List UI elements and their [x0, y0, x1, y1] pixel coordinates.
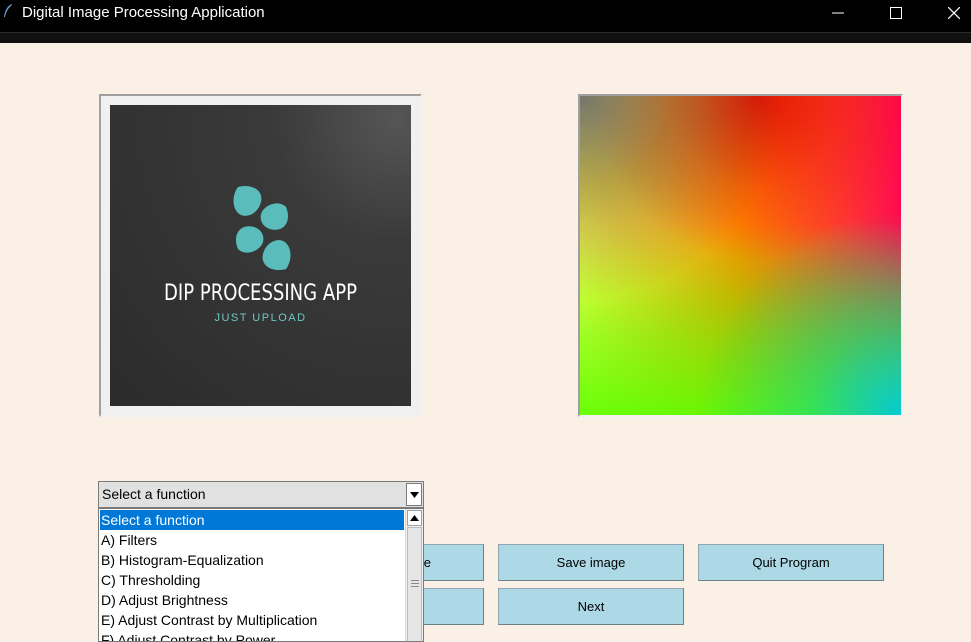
minimize-button[interactable] — [815, 0, 861, 26]
quit-program-label: Quit Program — [752, 555, 830, 570]
function-dropdown-list[interactable]: Select a function A) Filters B) Histogra… — [98, 508, 424, 642]
scrollbar[interactable] — [405, 509, 423, 641]
maximize-icon — [890, 7, 902, 19]
scroll-thumb[interactable] — [407, 527, 422, 641]
menu-strip — [0, 32, 971, 43]
swirl-logo-icon — [233, 185, 291, 271]
window-title: Digital Image Processing Application — [22, 4, 265, 21]
list-item[interactable]: A) Filters — [100, 530, 404, 550]
next-label: Next — [577, 599, 605, 614]
close-button[interactable] — [931, 0, 971, 26]
maximize-button[interactable] — [873, 0, 919, 26]
feather-icon — [4, 4, 12, 17]
upload-image-label: e — [423, 555, 431, 570]
grip-icon — [411, 580, 419, 587]
save-image-button[interactable]: Save image — [498, 544, 684, 581]
chevron-up-icon — [410, 515, 419, 521]
minimize-icon — [832, 12, 844, 14]
quit-program-button[interactable]: Quit Program — [698, 544, 884, 581]
list-item[interactable]: B) Histogram-Equalization — [100, 550, 404, 570]
chevron-down-icon — [409, 491, 419, 498]
function-select[interactable]: Select a function — [98, 481, 424, 508]
list-item[interactable]: C) Thresholding — [100, 570, 404, 590]
logo-subtitle: JUST UPLOAD — [214, 312, 307, 324]
function-select-value: Select a function — [102, 486, 206, 502]
list-item[interactable]: E) Adjust Contrast by Multiplication — [100, 610, 404, 630]
logo-title: DIP PROCESSING APP — [164, 281, 357, 306]
logo-image: DIP PROCESSING APP JUST UPLOAD — [110, 105, 411, 406]
processed-image-panel — [578, 94, 903, 417]
dropdown-toggle[interactable] — [406, 483, 422, 506]
list-item[interactable]: D) Adjust Brightness — [100, 590, 404, 610]
title-bar: Digital Image Processing Application — [0, 0, 971, 32]
close-icon — [948, 7, 960, 19]
original-image-panel: DIP PROCESSING APP JUST UPLOAD — [99, 94, 422, 417]
list-item[interactable]: Select a function — [100, 510, 404, 530]
next-button[interactable]: Next — [498, 588, 684, 625]
save-image-label: Save image — [556, 555, 626, 570]
list-item[interactable]: F) Adjust Contrast by Power — [100, 630, 404, 641]
scroll-up-button[interactable] — [407, 510, 422, 526]
color-gradient-image — [580, 96, 901, 415]
